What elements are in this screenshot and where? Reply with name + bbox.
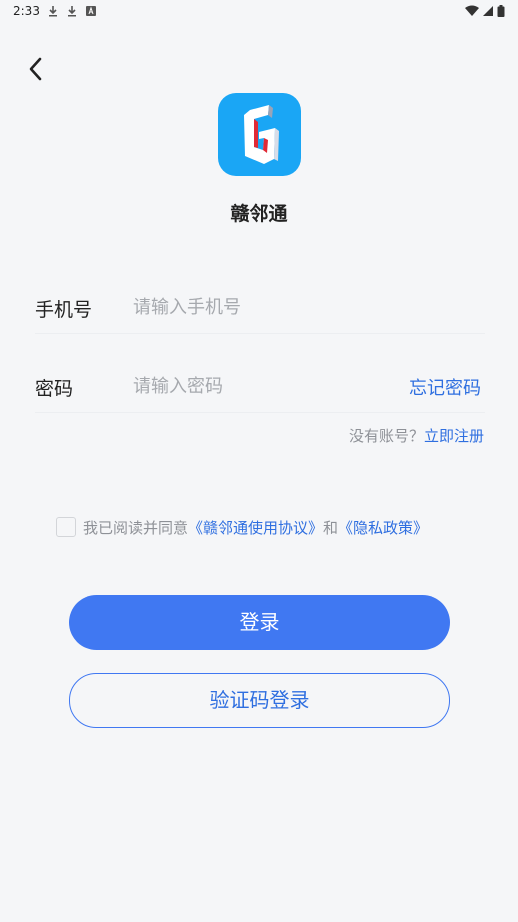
battery-icon [497,5,505,17]
download-icon [49,6,57,17]
agreement-and: 和 [323,519,339,537]
agreement-checkbox[interactable] [56,517,76,537]
back-button[interactable] [22,55,50,83]
agreement-prefix: 我已阅读并同意 [83,519,189,537]
status-bar: 2:33 [0,0,518,24]
sms-login-button[interactable]: 验证码登录 [69,673,450,728]
app-logo [218,93,301,176]
status-time: 2:33 [13,4,40,18]
agreement-text: 我已阅读并同意《赣邻通使用协议》和《隐私政策》 [83,517,428,538]
privacy-link[interactable]: 《隐私政策》 [338,519,428,537]
register-line: 没有账号？立即注册 [349,425,484,446]
register-link[interactable]: 立即注册 [424,427,484,445]
app-logo-mark [244,105,279,164]
app-name: 赣邻通 [230,203,288,225]
terms-link[interactable]: 《赣邻通使用协议》 [188,519,323,537]
chevron-left-icon [29,57,42,81]
phone-label: 手机号 [35,299,93,321]
password-label: 密码 [35,378,74,400]
notification-a-icon [86,6,96,16]
signal-icon [483,6,493,16]
login-button[interactable]: 登录 [69,595,450,650]
forgot-password-link[interactable]: 忘记密码 [409,374,481,400]
register-prompt: 没有账号？ [348,427,424,445]
phone-input[interactable] [133,289,353,325]
password-input[interactable] [133,368,353,404]
phone-row: 手机号 [35,283,485,334]
download-icon [68,6,76,17]
wifi-icon [465,5,479,16]
